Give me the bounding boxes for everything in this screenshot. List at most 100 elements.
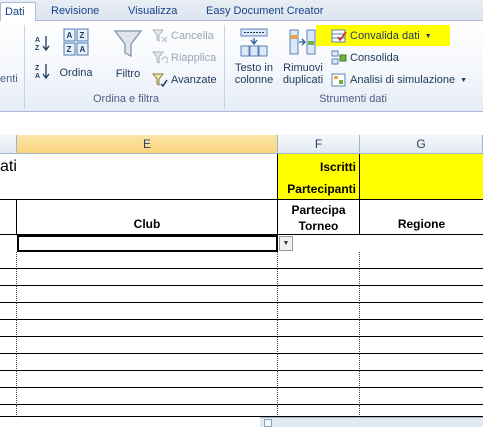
- grid-cell[interactable]: [0, 286, 17, 303]
- tab-visualizza[interactable]: Visualizza: [124, 2, 181, 21]
- data-validation-label: Convalida dati: [350, 30, 420, 42]
- text-to-columns-button[interactable]: Testo in colonne: [230, 27, 278, 86]
- tab-dati[interactable]: Dati: [0, 2, 36, 22]
- group-label-data-tools: Strumenti dati: [319, 93, 387, 105]
- clear-filter-button[interactable]: Cancella: [152, 26, 214, 46]
- grid-cell[interactable]: [17, 286, 278, 303]
- grid-cell[interactable]: [278, 286, 360, 303]
- group-label-sort-filter: Ordina e filtra: [92, 93, 160, 105]
- advanced-filter-icon: [152, 73, 168, 88]
- grid-cell[interactable]: [278, 405, 360, 417]
- consolidate-icon: [331, 50, 347, 65]
- excel-window: Dati Revisione Visualizza Easy Document …: [0, 0, 483, 427]
- torneo-label: Torneo: [298, 219, 339, 233]
- tab-revisione[interactable]: Revisione: [47, 2, 103, 21]
- svg-text:A: A: [80, 45, 86, 54]
- remove-duplicates-label-1: Rimuovi: [283, 62, 323, 74]
- what-if-analysis-button[interactable]: Analisi di simulazione ▼: [331, 70, 467, 90]
- grid-cell[interactable]: [278, 337, 360, 354]
- grid-cell[interactable]: [0, 337, 17, 354]
- title-cell[interactable]: ati: [0, 154, 278, 200]
- svg-text:A: A: [67, 31, 73, 40]
- grid-cell[interactable]: [0, 388, 17, 405]
- grid-cell[interactable]: [0, 354, 17, 371]
- chevron-down-icon: ▼: [424, 32, 432, 40]
- horizontal-scrollbar[interactable]: [260, 417, 483, 427]
- filter-label: Filtro: [115, 68, 141, 80]
- grid-cell[interactable]: [360, 354, 483, 371]
- grid-cell[interactable]: [360, 252, 483, 269]
- grid-cell[interactable]: [17, 388, 278, 405]
- grid-cell[interactable]: [17, 252, 278, 269]
- club-header-cell[interactable]: Club: [17, 200, 278, 235]
- advanced-filter-label: Avanzate: [171, 74, 217, 86]
- group-label-partial: enti: [0, 73, 18, 85]
- scroll-left-button[interactable]: [264, 419, 272, 427]
- grid-cell[interactable]: [278, 269, 360, 286]
- iscritti-header-cell[interactable]: Iscritti Partecipanti: [278, 154, 360, 200]
- grid-cell[interactable]: [278, 320, 360, 337]
- regione-header-cell[interactable]: Regione: [360, 200, 483, 235]
- title-text: ati: [0, 158, 17, 175]
- grid-cell[interactable]: [0, 320, 17, 337]
- svg-text:A: A: [35, 73, 40, 80]
- partecipa-label: Partecipa: [291, 203, 346, 217]
- yellow-header-cell-g[interactable]: [360, 154, 483, 200]
- validation-dropdown-arrow[interactable]: ▼: [279, 236, 293, 251]
- remove-duplicates-icon: [289, 29, 316, 55]
- grid-cell[interactable]: [0, 405, 17, 417]
- svg-text:A: A: [35, 37, 40, 44]
- grid-cell[interactable]: [0, 269, 17, 286]
- consolidate-button[interactable]: Consolida: [331, 48, 399, 68]
- reapply-filter-label: Riapplica: [171, 52, 217, 64]
- active-cell-club[interactable]: [17, 235, 278, 252]
- grid-cell[interactable]: [17, 320, 278, 337]
- grid-cell[interactable]: [0, 371, 17, 388]
- data-validation-button[interactable]: Convalida dati ▼: [331, 26, 432, 46]
- grid-cell[interactable]: [0, 252, 17, 269]
- clear-filter-label: Cancella: [171, 30, 214, 42]
- header-cell-d[interactable]: [0, 200, 17, 235]
- column-header-f[interactable]: F: [278, 135, 360, 154]
- grid-cell[interactable]: [278, 388, 360, 405]
- grid-cell[interactable]: [278, 371, 360, 388]
- grid-cell[interactable]: [278, 354, 360, 371]
- grid-cell[interactable]: [360, 320, 483, 337]
- grid-cell[interactable]: [17, 405, 278, 417]
- grid-cell[interactable]: [360, 286, 483, 303]
- grid-cell[interactable]: [17, 269, 278, 286]
- column-header-g[interactable]: G: [360, 135, 483, 154]
- what-if-analysis-label: Analisi di simulazione: [350, 74, 456, 86]
- grid-cell[interactable]: [0, 303, 17, 320]
- torneo-header-cell[interactable]: Partecipa Torneo: [278, 200, 360, 235]
- sort-za-icon: Z A: [35, 64, 50, 80]
- grid-cell[interactable]: [278, 252, 360, 269]
- grid-cell[interactable]: [360, 371, 483, 388]
- column-header-prev[interactable]: [0, 135, 17, 154]
- grid-cell[interactable]: [360, 269, 483, 286]
- iscritti-label: Iscritti: [319, 160, 356, 174]
- text-to-columns-icon: [240, 28, 268, 57]
- grid-cell[interactable]: [360, 337, 483, 354]
- grid-cell[interactable]: [360, 303, 483, 320]
- sort-label: Ordina: [59, 67, 93, 79]
- sort-button[interactable]: A Z Z A Ordina: [55, 27, 97, 79]
- regione-label: Regione: [397, 217, 446, 231]
- grid-cell[interactable]: [17, 337, 278, 354]
- advanced-filter-button[interactable]: Avanzate: [152, 70, 217, 90]
- sort-ascending-button[interactable]: A Z: [34, 33, 52, 53]
- grid-cell[interactable]: [360, 405, 483, 417]
- grid-cell[interactable]: [17, 354, 278, 371]
- grid-cell[interactable]: [278, 303, 360, 320]
- tab-easy-document-creator[interactable]: Easy Document Creator: [202, 2, 327, 21]
- ribbon: enti A Z Z A A Z Z A Ordina Filtro Cance…: [0, 21, 483, 112]
- sort-az-icon: A Z: [35, 36, 50, 52]
- sort-descending-button[interactable]: Z A: [34, 61, 52, 81]
- grid-cell[interactable]: [360, 388, 483, 405]
- grid-cell[interactable]: [17, 371, 278, 388]
- filter-button[interactable]: Filtro: [106, 29, 150, 80]
- club-header-label: Club: [133, 217, 161, 231]
- reapply-filter-button[interactable]: Riapplica: [152, 48, 216, 68]
- grid-cell[interactable]: [17, 303, 278, 320]
- column-header-e[interactable]: E: [17, 135, 278, 154]
